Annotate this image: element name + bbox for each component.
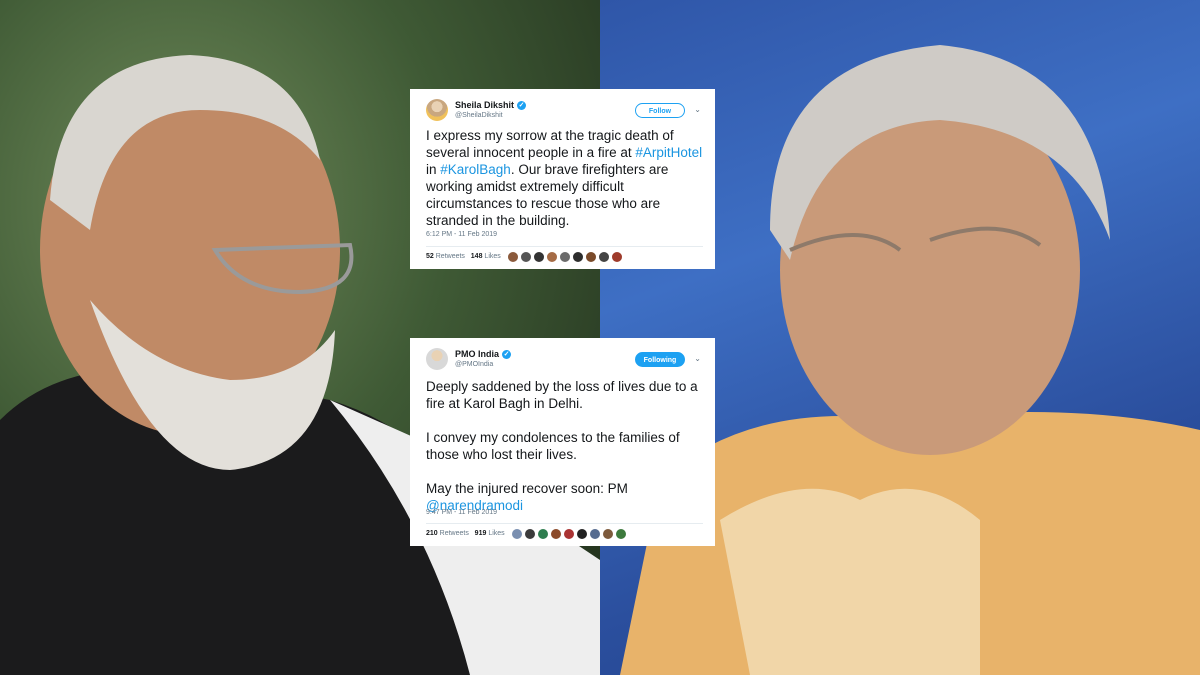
tweet-header: PMO India ✓ @PMOIndia Following ⌄ <box>426 348 703 378</box>
liker-avatar[interactable] <box>551 529 561 539</box>
liker-avatar[interactable] <box>603 529 613 539</box>
verified-badge-icon: ✓ <box>517 101 527 111</box>
liker-avatar[interactable] <box>534 252 544 262</box>
tweet-text: I express my sorrow at the tragic death … <box>426 127 703 229</box>
author-name-text[interactable]: PMO India <box>455 349 499 359</box>
liker-avatars <box>508 252 622 262</box>
author-name[interactable]: PMO India ✓ <box>455 349 512 360</box>
retweets-label[interactable]: Retweets <box>436 253 465 260</box>
tweet-timestamp[interactable]: 6:12 PM - 11 Feb 2019 <box>426 231 497 238</box>
tweet-paragraph: Deeply saddened by the loss of lives due… <box>426 379 698 411</box>
divider <box>426 246 703 247</box>
like-count[interactable]: 148 <box>471 253 483 260</box>
liker-avatar[interactable] <box>586 252 596 262</box>
following-button[interactable]: Following <box>635 352 685 367</box>
tweet-card-sheila-dikshit: Sheila Dikshit ✓ @SheilaDikshit Follow ⌄ … <box>410 89 715 269</box>
liker-avatar[interactable] <box>525 529 535 539</box>
liker-avatar[interactable] <box>538 529 548 539</box>
tweet-header: Sheila Dikshit ✓ @SheilaDikshit Follow ⌄ <box>426 99 703 129</box>
liker-avatar[interactable] <box>560 252 570 262</box>
liker-avatar[interactable] <box>512 529 522 539</box>
author-name-text[interactable]: Sheila Dikshit <box>455 100 514 110</box>
tweet-card-pmo-india: PMO India ✓ @PMOIndia Following ⌄ Deeply … <box>410 338 715 546</box>
like-count[interactable]: 919 <box>475 530 487 537</box>
retweet-count[interactable]: 52 <box>426 253 434 260</box>
liker-avatar[interactable] <box>521 252 531 262</box>
liker-avatar[interactable] <box>599 252 609 262</box>
tweet-text: Deeply saddened by the loss of lives due… <box>426 378 703 514</box>
avatar[interactable] <box>426 99 448 121</box>
tweet-paragraph: I convey my condolences to the families … <box>426 430 680 462</box>
retweet-count[interactable]: 210 <box>426 530 438 537</box>
liker-avatar[interactable] <box>616 529 626 539</box>
hashtag-link[interactable]: #KarolBagh <box>440 162 511 177</box>
retweets-label[interactable]: Retweets <box>440 530 469 537</box>
follow-button[interactable]: Follow <box>635 103 685 118</box>
chevron-down-icon[interactable]: ⌄ <box>694 105 701 114</box>
tweet-timestamp[interactable]: 9:47 PM - 11 Feb 2019 <box>426 509 497 516</box>
author-handle[interactable]: @SheilaDikshit <box>455 112 503 119</box>
liker-avatars <box>512 529 626 539</box>
tweet-stats: 210 Retweets 919 Likes <box>426 530 505 537</box>
verified-badge-icon: ✓ <box>502 350 512 360</box>
tweet-stats: 52 Retweets 148 Likes <box>426 253 501 260</box>
author-name[interactable]: Sheila Dikshit ✓ <box>455 100 527 111</box>
likes-label[interactable]: Likes <box>488 530 504 537</box>
author-handle[interactable]: @PMOIndia <box>455 361 493 368</box>
liker-avatar[interactable] <box>573 252 583 262</box>
hashtag-link[interactable]: #ArpitHotel <box>635 145 702 160</box>
liker-avatar[interactable] <box>508 252 518 262</box>
tweet-paragraph: May the injured recover soon: PM <box>426 481 628 496</box>
avatar[interactable] <box>426 348 448 370</box>
divider <box>426 523 703 524</box>
liker-avatar[interactable] <box>564 529 574 539</box>
tweet-text-part: in <box>426 162 441 177</box>
liker-avatar[interactable] <box>547 252 557 262</box>
liker-avatar[interactable] <box>590 529 600 539</box>
liker-avatar[interactable] <box>612 252 622 262</box>
liker-avatar[interactable] <box>577 529 587 539</box>
chevron-down-icon[interactable]: ⌄ <box>694 354 701 363</box>
likes-label[interactable]: Likes <box>484 253 500 260</box>
